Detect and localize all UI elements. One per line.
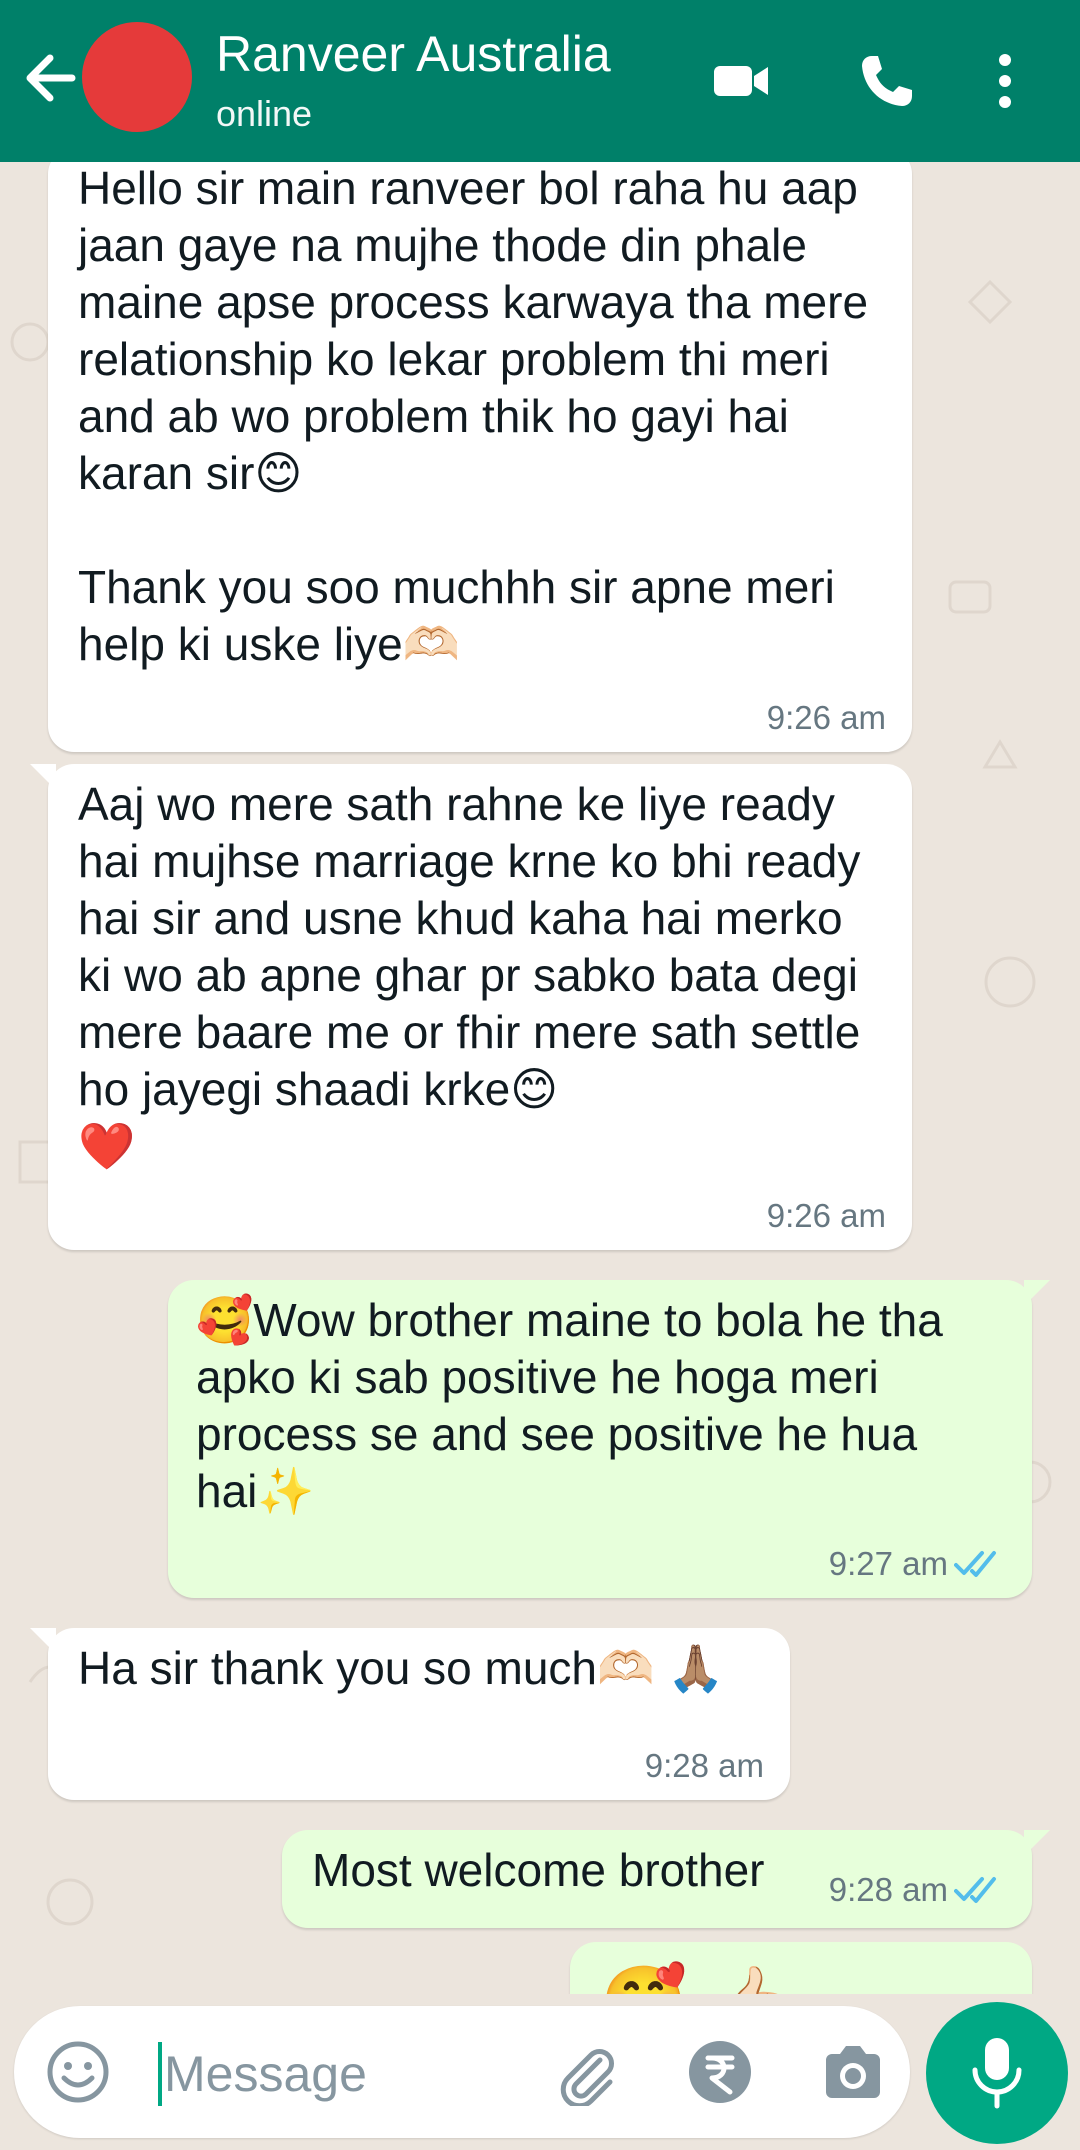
read-receipt-icon <box>954 1877 996 1903</box>
message-list[interactable]: Hello sir main ranveer bol raha hu aap j… <box>0 162 1080 1994</box>
message-time: 9:28 am <box>828 1871 948 1908</box>
message-composer[interactable]: Message <box>14 2006 910 2138</box>
message-time: 9:26 am <box>766 1197 886 1234</box>
message-time: 9:28 am <box>644 1747 764 1784</box>
text-cursor <box>158 2042 162 2106</box>
mic-icon <box>972 2038 1022 2109</box>
message-bubble-outgoing[interactable]: 🥰Wow brother maine to bola he tha apko k… <box>168 1280 1050 1598</box>
message-bubble-outgoing[interactable]: Most welcome brother 9:28 am <box>282 1830 1050 1928</box>
message-text: 🥰Wow brother maine to bola he tha apko k… <box>196 1294 956 1517</box>
attach-icon[interactable] <box>554 2040 620 2106</box>
message-bubble-incoming[interactable]: Ha sir thank you so much🫶🏻 🙏🏽 9:28 am <box>30 1628 790 1800</box>
message-meta: 9:28 am <box>829 1870 1006 1910</box>
contact-status: online <box>216 93 313 134</box>
message-text: 🥰 👍🏻 <box>600 1962 1006 1994</box>
emoji-icon[interactable] <box>44 2038 112 2106</box>
rupee-payment-icon[interactable] <box>686 2038 754 2106</box>
mic-button[interactable] <box>926 2002 1068 2144</box>
message-time: 9:27 am <box>828 1545 948 1582</box>
voice-call-icon[interactable] <box>852 46 922 116</box>
message-text: Aaj wo mere sath rahne ke liye ready hai… <box>78 778 861 1172</box>
back-arrow-icon[interactable] <box>20 46 80 110</box>
camera-icon[interactable] <box>818 2038 888 2106</box>
message-text: Ha sir thank you so much🫶🏻 🙏🏽 <box>78 1642 725 1694</box>
message-meta: 9:27 am <box>829 1544 1006 1584</box>
contact-name[interactable]: Ranveer Australia <box>216 24 611 84</box>
message-bubble-incoming[interactable]: Aaj wo mere sath rahne ke liye ready hai… <box>30 764 912 1250</box>
message-text: Hello sir main ranveer bol raha hu aap j… <box>78 162 869 670</box>
video-call-icon[interactable] <box>706 46 776 116</box>
message-bubble-outgoing-partial[interactable]: 🥰 👍🏻 <box>570 1942 1032 1994</box>
message-input[interactable]: Message <box>164 2044 367 2104</box>
message-bubble-incoming[interactable]: Hello sir main ranveer bol raha hu aap j… <box>48 162 912 752</box>
read-receipt-icon <box>954 1551 996 1577</box>
more-options-icon[interactable] <box>980 46 1030 116</box>
contact-avatar[interactable] <box>82 22 192 132</box>
message-time: 9:26 am <box>766 699 886 736</box>
chat-header: Ranveer Australia online <box>0 0 1080 162</box>
